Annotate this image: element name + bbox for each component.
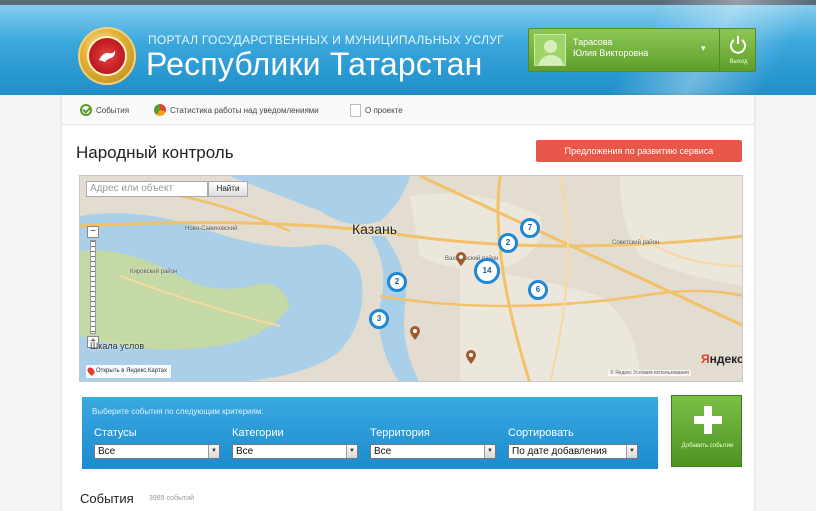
events-count: 3985 событий (149, 495, 195, 502)
zoom-control[interactable]: − + (87, 226, 99, 348)
site-header: ПОРТАЛ ГОСУДАРСТВЕННЫХ И МУНИЦИПАЛЬНЫХ У… (0, 0, 816, 95)
filter-hint: Выберите события по следующим критериям: (92, 407, 264, 416)
document-icon (350, 104, 361, 117)
sort-label: Сортировать (508, 427, 574, 439)
map-copyright[interactable]: © Яндекс Условия использования (608, 370, 691, 376)
tab-statistics-label: Статистика работы над уведомлениями (170, 105, 319, 115)
user-surname[interactable]: Тарасова (573, 37, 612, 47)
district-label: Советский район (612, 240, 660, 246)
tab-statistics[interactable]: Статистика работы над уведомлениями (154, 104, 319, 116)
tab-about-label: О проекте (365, 106, 403, 115)
tab-events-label: События (96, 105, 130, 115)
map-cluster-marker[interactable]: 14 (474, 258, 500, 284)
content-card: События Статистика работы над уведомлени… (62, 95, 754, 511)
portal-title[interactable]: Республики Татарстан (146, 46, 482, 83)
power-icon (730, 36, 746, 54)
territory-select[interactable]: Все ▼ (370, 444, 496, 459)
city-label: Казань (352, 221, 398, 237)
add-event-label: Добавить событие (681, 443, 734, 449)
emblem-inner (87, 36, 127, 76)
statuses-label: Статусы (94, 427, 137, 439)
zoom-out-button[interactable]: − (87, 226, 99, 238)
sort-select[interactable]: По дате добавления ▼ (508, 444, 638, 459)
chevron-down-icon: ▼ (346, 445, 357, 458)
proposals-button[interactable]: Предложения по развитию сервиса (536, 140, 742, 162)
tab-events[interactable]: События (80, 104, 129, 116)
yandex-logo[interactable]: Яндекс (701, 352, 742, 366)
logout-label: Выход (729, 59, 748, 65)
map-pin-icon[interactable] (466, 350, 476, 364)
chevron-down-icon: ▼ (484, 445, 495, 458)
events-heading: События (80, 491, 134, 506)
portal-subtitle: ПОРТАЛ ГОСУДАРСТВЕННЫХ И МУНИЦИПАЛЬНЫХ У… (148, 33, 504, 47)
categories-label: Категории (232, 427, 284, 439)
map-find-button[interactable]: Найти (208, 181, 248, 197)
filter-panel: Выберите события по следующим критериям:… (82, 397, 658, 469)
district-label: Кировский район (130, 269, 178, 275)
map-cluster-marker[interactable]: 2 (498, 233, 518, 253)
tatarstan-emblem-icon[interactable] (78, 27, 136, 85)
user-menu-chevron-icon[interactable]: ▾ (701, 43, 706, 54)
map-cluster-marker[interactable]: 2 (387, 272, 407, 292)
map-pin-icon[interactable] (410, 326, 420, 340)
map-pin-icon[interactable] (456, 252, 466, 266)
territory-label: Территория (370, 427, 430, 439)
add-event-button[interactable]: Добавить событие (671, 395, 742, 467)
top-nav: События Статистика работы над уведомлени… (62, 95, 754, 125)
logout-button[interactable]: Выход (719, 29, 756, 71)
events-map[interactable]: Адрес или объект Найти − + Шкала услов К… (79, 175, 743, 382)
open-in-yandex-maps-link[interactable]: Открыть в Яндекс.Картах (86, 365, 171, 378)
categories-select[interactable]: Все ▼ (232, 444, 358, 459)
map-cluster-marker[interactable]: 6 (528, 280, 548, 300)
chevron-down-icon: ▼ (626, 445, 637, 458)
zoom-slider[interactable] (90, 240, 96, 334)
user-panel: Тарасова Юлия Викторовна ▾ Выход (528, 28, 756, 72)
map-address-input[interactable]: Адрес или объект (86, 181, 208, 197)
map-cluster-marker[interactable]: 3 (369, 309, 389, 329)
chevron-down-icon: ▼ (208, 445, 219, 458)
map-canvas[interactable] (80, 176, 743, 382)
pie-chart-icon (154, 104, 166, 116)
map-cluster-marker[interactable]: 7 (520, 218, 540, 238)
statuses-select[interactable]: Все ▼ (94, 444, 220, 459)
tab-about[interactable]: О проекте (350, 104, 403, 117)
plus-icon (694, 406, 722, 434)
page-title: Народный контроль (76, 143, 234, 162)
user-given-name[interactable]: Юлия Викторовна (573, 48, 648, 58)
district-label: Ново-Савиновский (185, 226, 238, 232)
map-scale-label: Шкала услов (90, 341, 145, 351)
leopard-icon (99, 50, 116, 62)
avatar[interactable] (534, 34, 566, 66)
check-circle-icon (80, 104, 92, 116)
